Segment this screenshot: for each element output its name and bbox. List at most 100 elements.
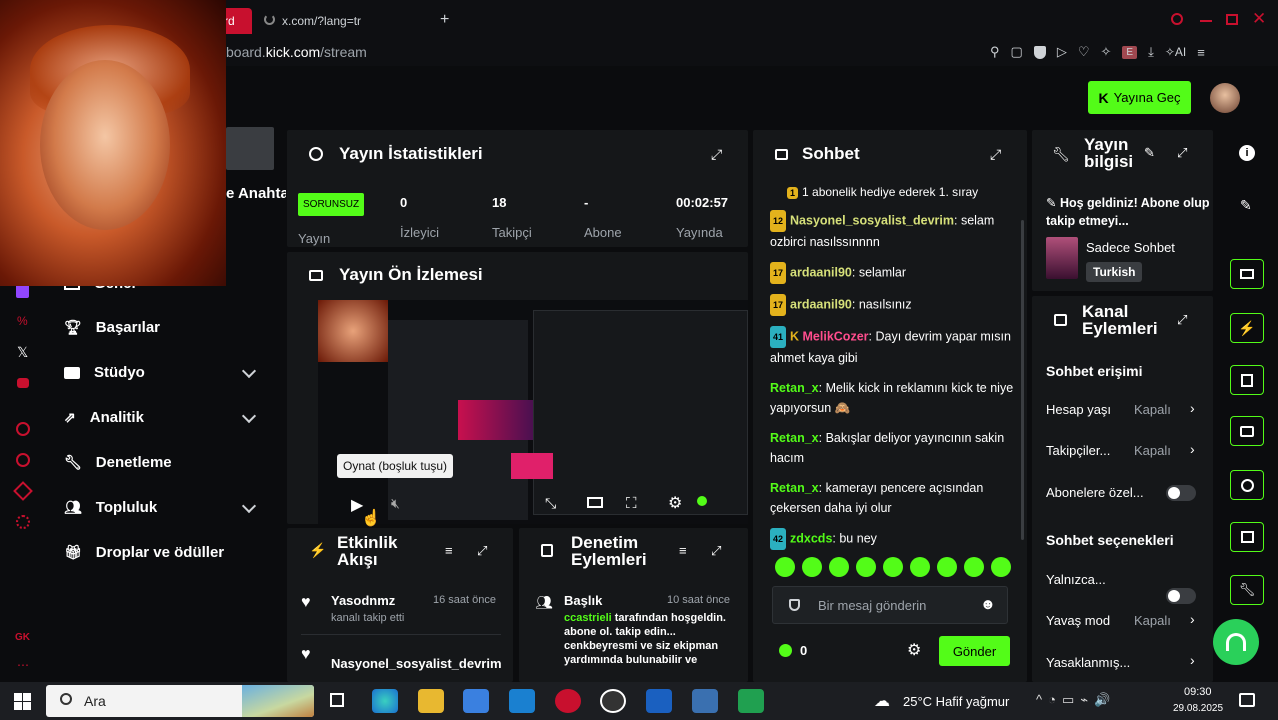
emote-icon[interactable] (856, 557, 876, 577)
extension-badge[interactable]: E (1122, 45, 1138, 59)
theater-icon[interactable] (587, 497, 603, 508)
chat-input[interactable]: Bir mesaj gönderin ☻ (772, 586, 1008, 624)
chat-scrollbar[interactable] (1021, 220, 1024, 540)
url-text[interactable]: board.kick.com/stream (226, 44, 367, 60)
chevron-down-icon[interactable] (241, 363, 257, 379)
expand-icon[interactable]: ⤢ (1177, 145, 1187, 161)
play-icon[interactable]: ▷ (1057, 44, 1067, 60)
chat-settings-icon[interactable]: ⚙ (907, 640, 921, 660)
remote-desktop-icon[interactable] (692, 689, 718, 713)
rail-lightning-icon[interactable]: ⚡ (1230, 313, 1264, 343)
fullscreen-icon[interactable]: ⛶ (626, 495, 637, 512)
rail-target-icon[interactable] (1230, 470, 1264, 500)
rail-video-icon[interactable] (1230, 259, 1264, 289)
edit-icon[interactable]: ✎ (1144, 145, 1155, 161)
setting-value[interactable]: Kapalı (1134, 443, 1171, 458)
subscribers-only-toggle[interactable] (1166, 485, 1196, 501)
restore-icon[interactable] (1226, 14, 1238, 25)
emote-icon[interactable] (829, 557, 849, 577)
minimize-icon[interactable] (1200, 20, 1212, 22)
expand-icon[interactable]: ⤢ (711, 146, 722, 163)
emote-icon[interactable] (937, 557, 957, 577)
edge-icon[interactable] (372, 689, 398, 713)
sidebar-item-analitik[interactable]: ⇗ Analitik (64, 409, 144, 426)
sidebar-item-denetleme[interactable]: 🔧︎ Denetleme (64, 454, 172, 471)
stream-key-label[interactable]: e Anahtar (226, 185, 286, 202)
pin-icon[interactable]: ⚲ (990, 44, 1000, 60)
shield-icon[interactable] (1033, 45, 1046, 59)
extensions-icon[interactable]: ✧ (1100, 44, 1111, 60)
tray-icons[interactable]: ^◔▭⌁🔊 (1036, 692, 1116, 708)
settings-icon[interactable] (16, 515, 30, 529)
setting-value[interactable]: Kapalı (1134, 613, 1171, 628)
close-icon[interactable]: ✕ (1252, 9, 1266, 29)
language-tag[interactable]: Turkish (1086, 262, 1143, 282)
emote-icon[interactable] (802, 557, 822, 577)
rail-channel-icon[interactable] (1230, 522, 1264, 552)
category-thumbnail[interactable] (1046, 237, 1078, 279)
browser-tab-x[interactable]: x.com/?lang=tr (282, 14, 361, 28)
app-icon[interactable] (738, 689, 764, 713)
rail-wrench-icon[interactable]: 🔧︎ (1230, 575, 1264, 605)
clock-date[interactable]: 29.08.2025 (1173, 703, 1223, 714)
chevron-right-icon[interactable]: › (1190, 441, 1195, 457)
powershell-icon[interactable] (646, 689, 672, 713)
sidebar-item-droplar[interactable]: 🎁︎ Droplar ve ödüller (64, 544, 224, 561)
twitch-icon[interactable] (16, 284, 29, 298)
gear-icon[interactable]: ⚙ (668, 493, 682, 513)
go-live-button[interactable]: K Yayına Geç (1088, 81, 1191, 114)
emote-icon[interactable] (775, 557, 795, 577)
chevron-right-icon[interactable]: › (1190, 652, 1195, 668)
rail-chat-icon[interactable] (1230, 416, 1264, 446)
mute-icon[interactable]: 🔇︎ (391, 495, 400, 512)
sidebar-item-topluluk[interactable]: 👥︎ Topluluk (64, 499, 157, 516)
more-icon[interactable]: ⋯ (17, 658, 29, 672)
emoji-picker-icon[interactable]: ☻ (980, 596, 996, 613)
expand-icon[interactable]: ⤢ (711, 543, 721, 559)
info-icon[interactable]: i (1239, 145, 1255, 161)
obs-icon[interactable] (600, 689, 626, 713)
youtube-icon[interactable] (17, 378, 29, 388)
x-logo-icon[interactable]: 𝕏 (17, 344, 28, 361)
edit-icon[interactable]: ✎ (1240, 197, 1252, 214)
chevron-down-icon[interactable] (241, 498, 257, 514)
weather-text[interactable]: 25°C Hafif yağmur (903, 694, 1009, 709)
chat-pinned[interactable]: 11 abonelik hediye ederek 1. sıray (787, 185, 1017, 199)
chevron-right-icon[interactable]: › (1190, 400, 1195, 416)
avatar[interactable] (1210, 83, 1240, 113)
clock-icon[interactable] (16, 453, 30, 467)
setting-value[interactable]: Kapalı (1134, 402, 1171, 417)
task-view-icon[interactable] (330, 693, 344, 707)
category-label[interactable]: Sadece Sohbet (1086, 240, 1175, 255)
windows-start-icon[interactable] (14, 693, 31, 710)
notification-icon[interactable] (1239, 693, 1255, 707)
emote-icon[interactable] (910, 557, 930, 577)
support-button[interactable] (1213, 619, 1259, 665)
emote-icon[interactable] (883, 557, 903, 577)
search-icon[interactable] (1171, 13, 1183, 25)
stream-preview-video[interactable] (318, 300, 748, 524)
chevron-right-icon[interactable]: › (1190, 611, 1195, 627)
sidebar-item-studyo[interactable]: Stüdyo (64, 364, 145, 381)
heart-icon[interactable]: ♡ (1078, 44, 1090, 60)
emote-icon[interactable] (991, 557, 1011, 577)
new-tab-icon[interactable]: + (440, 11, 449, 29)
opera-icon[interactable] (555, 689, 581, 713)
percent-icon[interactable]: % (17, 314, 28, 328)
pip-icon[interactable]: ⤡ (545, 495, 556, 512)
rail-list-icon[interactable] (1230, 365, 1264, 395)
clock-time[interactable]: 09:30 (1184, 686, 1212, 698)
taskbar-search[interactable]: Ara (46, 685, 314, 717)
browser-tab-active[interactable]: rd (222, 8, 252, 34)
mail-icon[interactable] (509, 689, 535, 713)
file-explorer-icon[interactable] (418, 689, 444, 713)
bookmark-icon[interactable]: ▢ (1011, 44, 1023, 60)
activity-user[interactable]: Yasodnmz (331, 593, 395, 608)
download-icon[interactable]: ⤓ (1148, 44, 1154, 60)
sidebar-item-basarilar[interactable]: 🏆︎ Başarılar (64, 319, 160, 336)
only-toggle[interactable] (1166, 588, 1196, 604)
store-icon[interactable] (463, 689, 489, 713)
activity-user[interactable]: Nasyonel_sosyalist_devrim (331, 656, 507, 671)
emote-icon[interactable] (964, 557, 984, 577)
filter-icon[interactable]: ≡ (679, 543, 687, 558)
